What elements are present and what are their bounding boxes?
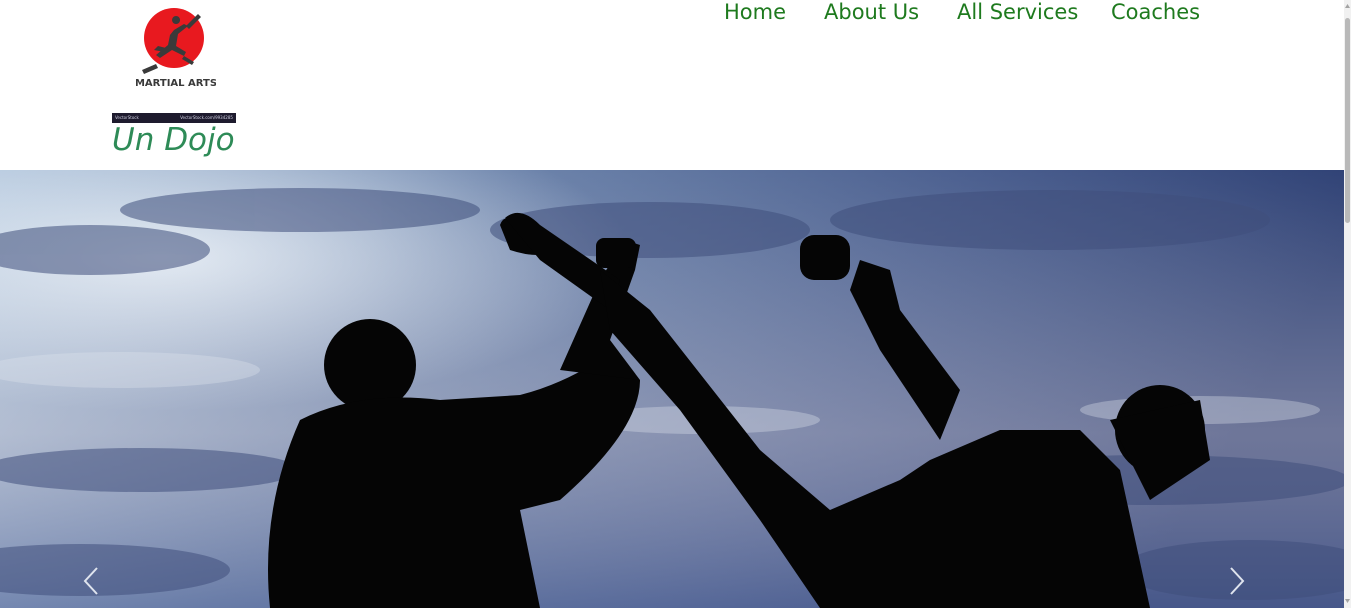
stock-text: VectorStock [115, 115, 139, 120]
vertical-scrollbar[interactable] [1344, 0, 1351, 608]
nav-item-about-us[interactable]: About Us [824, 0, 919, 24]
hero-carousel [0, 170, 1344, 608]
carousel-prev-button[interactable] [82, 566, 112, 600]
scroll-up-icon[interactable] [1344, 2, 1351, 10]
carousel-next-button[interactable] [1228, 566, 1258, 600]
main-nav: Home About Us All Services Coaches [700, 0, 1220, 30]
chevron-right-icon [1230, 567, 1245, 595]
stock-id: VectorStock.com/9934285 [180, 115, 233, 120]
hero-image [0, 170, 1344, 608]
martial-arts-logo-icon: MARTIAL ARTS [136, 8, 216, 89]
scroll-down-icon[interactable] [1344, 597, 1351, 605]
site-header: MARTIAL ARTS VectorStock VectorStock.com… [0, 0, 1344, 170]
logo-text: MARTIAL ARTS [136, 78, 216, 89]
site-title[interactable]: Un Dojo [112, 122, 235, 158]
nav-item-all-services[interactable]: All Services [957, 0, 1078, 24]
logo[interactable]: MARTIAL ARTS VectorStock VectorStock.com… [112, 4, 236, 124]
page: MARTIAL ARTS VectorStock VectorStock.com… [0, 0, 1344, 608]
scrollbar-thumb[interactable] [1345, 18, 1350, 223]
nav-item-home[interactable]: Home [724, 0, 786, 24]
nav-item-coaches[interactable]: Coaches [1111, 0, 1200, 24]
chevron-left-icon [83, 567, 98, 595]
